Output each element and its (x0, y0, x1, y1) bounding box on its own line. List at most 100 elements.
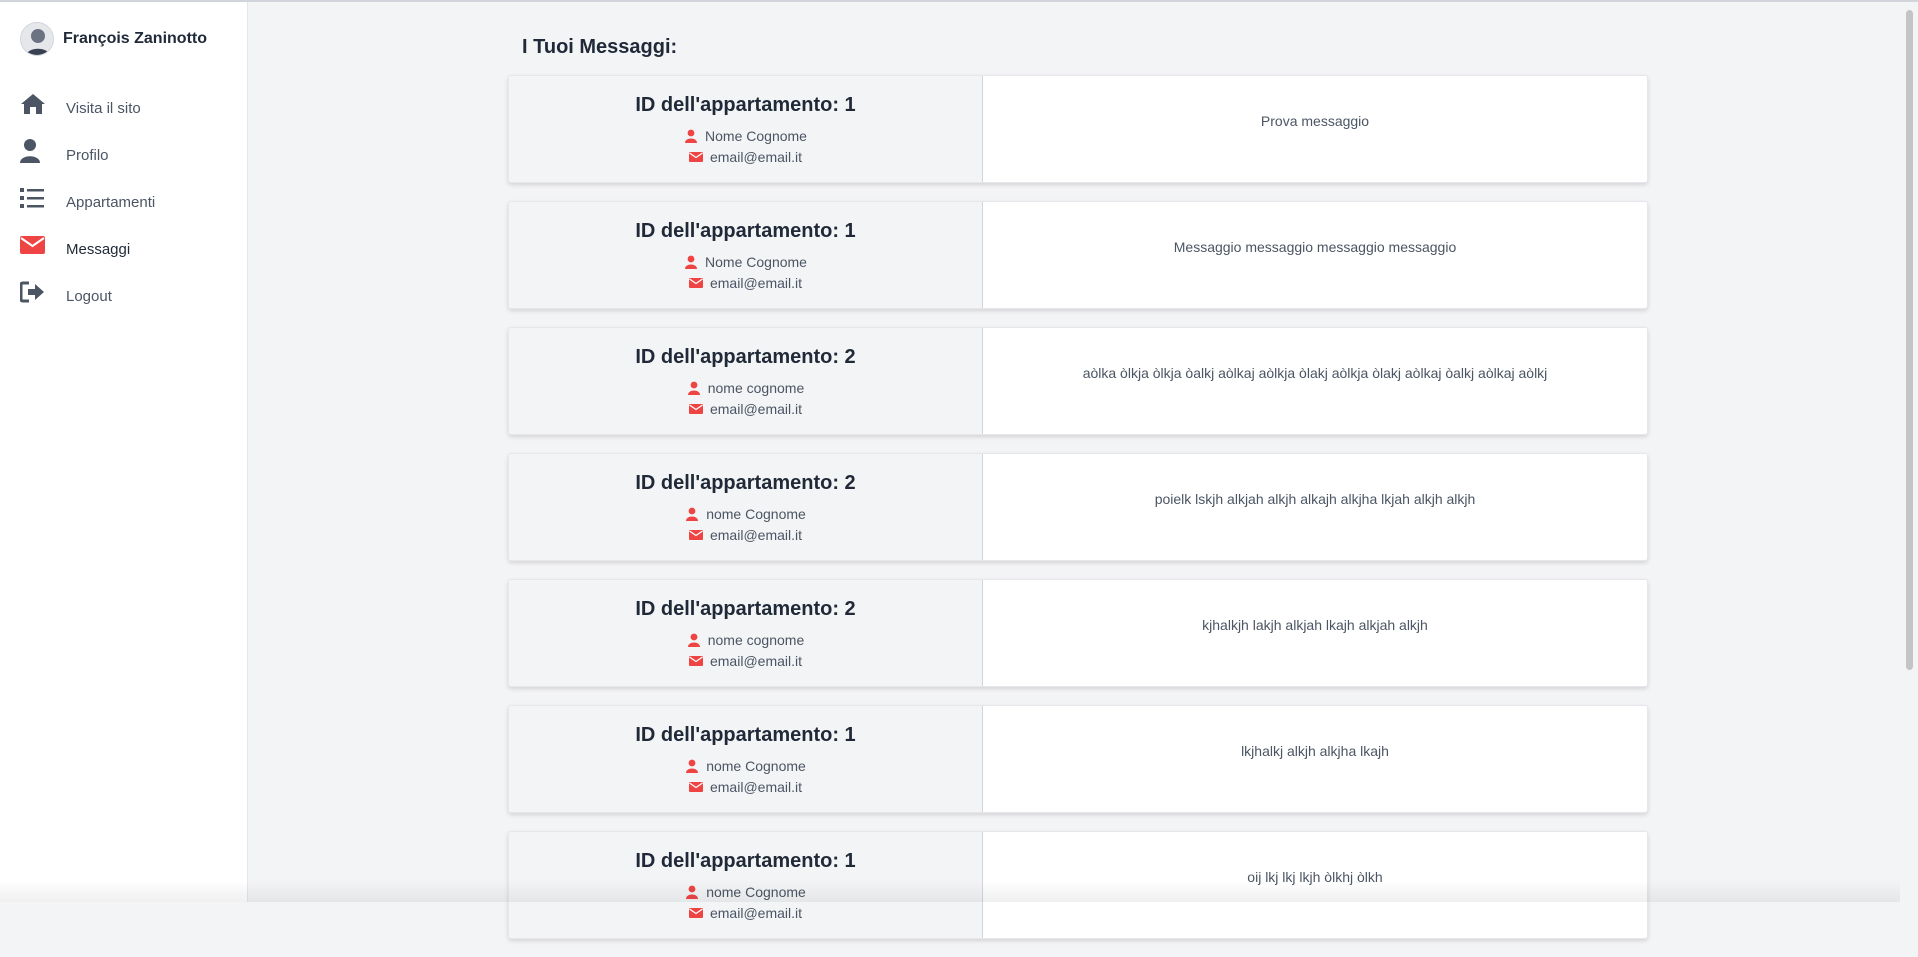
message-card: ID dell'appartamento: 1 nome Cognome ema… (508, 831, 1648, 939)
user-icon (684, 129, 698, 143)
sidebar-item-profilo[interactable]: Profilo (0, 133, 248, 180)
sender-email: email@email.it (709, 778, 802, 795)
sender-name: nome Cognome (706, 505, 806, 522)
message-sender-panel: ID dell'appartamento: 2 nome cognome ema… (509, 580, 983, 686)
home-icon (20, 92, 46, 116)
envelope-icon (688, 528, 703, 542)
envelope-icon (688, 150, 703, 164)
message-text: aòlka òlkja òlkja òalkj aòlkaj aòlkja òl… (1082, 365, 1548, 381)
envelope-icon (688, 780, 703, 794)
apartment-id: ID dell'appartamento: 1 (635, 94, 856, 116)
sender-name: nome cognome (707, 379, 805, 396)
sender-email: email@email.it (709, 400, 802, 417)
apartment-id: ID dell'appartamento: 2 (635, 472, 856, 494)
user-profile: François Zaninotto (20, 22, 207, 56)
sidebar: François Zaninotto Visita il sito Profil… (0, 2, 248, 902)
message-sender-panel: ID dell'appartamento: 1 Nome Cognome ema… (509, 202, 983, 308)
user-icon (687, 633, 701, 647)
message-body-panel: poielk lskjh alkjah alkjh alkajh alkjha … (983, 454, 1647, 560)
scrollbar[interactable] (1900, 2, 1918, 902)
message-body-panel: lkjhalkj alkjh alkjha lkajh (983, 706, 1647, 812)
sender-email: email@email.it (709, 526, 802, 543)
sender-name: nome Cognome (706, 757, 806, 774)
sender-name-row: Nome Cognome (684, 127, 807, 144)
message-body-panel: oij lkj lkj lkjh òlkhj òlkh (983, 832, 1647, 938)
message-card: ID dell'appartamento: 1 Nome Cognome ema… (508, 75, 1648, 183)
message-sender-panel: ID dell'appartamento: 1 Nome Cognome ema… (509, 76, 983, 182)
message-body-panel: Prova messaggio (983, 76, 1647, 182)
apartment-id: ID dell'appartamento: 1 (635, 220, 856, 242)
user-icon (685, 885, 699, 899)
sender-name: nome cognome (707, 631, 805, 648)
sender-email: email@email.it (709, 274, 802, 291)
message-body-panel: Messaggio messaggio messaggio messaggio (983, 202, 1647, 308)
envelope-icon (688, 402, 703, 416)
message-sender-panel: ID dell'appartamento: 1 nome Cognome ema… (509, 832, 983, 938)
sender-name-row: nome cognome (687, 379, 805, 396)
envelope-icon (688, 654, 703, 668)
message-text: poielk lskjh alkjah alkjh alkajh alkjha … (1154, 491, 1476, 507)
apartment-id: ID dell'appartamento: 2 (635, 598, 856, 620)
envelope-icon (688, 276, 703, 290)
sender-email-row: email@email.it (688, 148, 802, 165)
sidebar-item-logout[interactable]: Logout (0, 274, 248, 321)
sidebar-nav: Visita il sito Profilo Appartamenti Mess… (0, 86, 248, 321)
list-icon (20, 186, 46, 210)
message-card: ID dell'appartamento: 2 nome cognome ema… (508, 579, 1648, 687)
sender-email-row: email@email.it (688, 526, 802, 543)
sender-email-row: email@email.it (688, 652, 802, 669)
sender-name: nome Cognome (706, 883, 806, 900)
envelope-icon (20, 233, 46, 257)
sender-name-row: nome Cognome (685, 757, 806, 774)
sender-email-row: email@email.it (688, 904, 802, 921)
apartment-id: ID dell'appartamento: 1 (635, 850, 856, 872)
page-title: I Tuoi Messaggi: (522, 36, 678, 58)
sidebar-item-label: Logout (66, 288, 112, 305)
envelope-icon (688, 906, 703, 920)
sidebar-item-label: Profilo (66, 147, 109, 164)
apartment-id: ID dell'appartamento: 1 (635, 724, 856, 746)
message-text: Messaggio messaggio messaggio messaggio (1173, 239, 1457, 255)
message-sender-panel: ID dell'appartamento: 1 nome Cognome ema… (509, 706, 983, 812)
user-icon (687, 381, 701, 395)
sidebar-item-label: Appartamenti (66, 194, 156, 211)
message-body-panel: aòlka òlkja òlkja òalkj aòlkaj aòlkja òl… (983, 328, 1647, 434)
sidebar-item-appartamenti[interactable]: Appartamenti (0, 180, 248, 227)
message-text: kjhalkjh lakjh alkjah lkajh alkjah alkjh (1202, 617, 1428, 633)
message-sender-panel: ID dell'appartamento: 2 nome Cognome ema… (509, 454, 983, 560)
sender-name-row: nome Cognome (685, 505, 806, 522)
user-icon (685, 507, 699, 521)
sidebar-item-messaggi[interactable]: Messaggi (0, 227, 248, 274)
user-name: François Zaninotto (63, 30, 207, 47)
sender-name-row: Nome Cognome (684, 253, 807, 270)
sidebar-item-label: Messaggi (66, 241, 131, 258)
sender-name-row: nome Cognome (685, 883, 806, 900)
sender-name-row: nome cognome (687, 631, 805, 648)
message-list: ID dell'appartamento: 1 Nome Cognome ema… (508, 75, 1648, 957)
sender-email: email@email.it (709, 148, 802, 165)
sender-email: email@email.it (709, 652, 802, 669)
message-card: ID dell'appartamento: 2 nome Cognome ema… (508, 453, 1648, 561)
apartment-id: ID dell'appartamento: 2 (635, 346, 856, 368)
message-card: ID dell'appartamento: 1 nome Cognome ema… (508, 705, 1648, 813)
sender-email-row: email@email.it (688, 400, 802, 417)
sender-email-row: email@email.it (688, 274, 802, 291)
sign-out-icon (19, 280, 46, 304)
message-sender-panel: ID dell'appartamento: 2 nome cognome ema… (509, 328, 983, 434)
scrollbar-thumb[interactable] (1906, 10, 1913, 670)
message-text: lkjhalkj alkjh alkjha lkajh (1241, 743, 1389, 759)
sender-email-row: email@email.it (688, 778, 802, 795)
main-content: I Tuoi Messaggi: ID dell'appartamento: 1… (248, 2, 1900, 939)
sender-name: Nome Cognome (705, 253, 807, 270)
user-icon (684, 255, 698, 269)
sender-name: Nome Cognome (705, 127, 807, 144)
message-card: ID dell'appartamento: 1 Nome Cognome ema… (508, 201, 1648, 309)
sidebar-item-label: Visita il sito (66, 100, 141, 117)
user-icon (20, 139, 46, 163)
message-text: Prova messaggio (1260, 113, 1370, 129)
user-icon (685, 759, 699, 773)
sidebar-item-visita-il-sito[interactable]: Visita il sito (0, 86, 248, 133)
message-card: ID dell'appartamento: 2 nome cognome ema… (508, 327, 1648, 435)
message-body-panel: kjhalkjh lakjh alkjah lkajh alkjah alkjh (983, 580, 1647, 686)
avatar (20, 22, 54, 56)
